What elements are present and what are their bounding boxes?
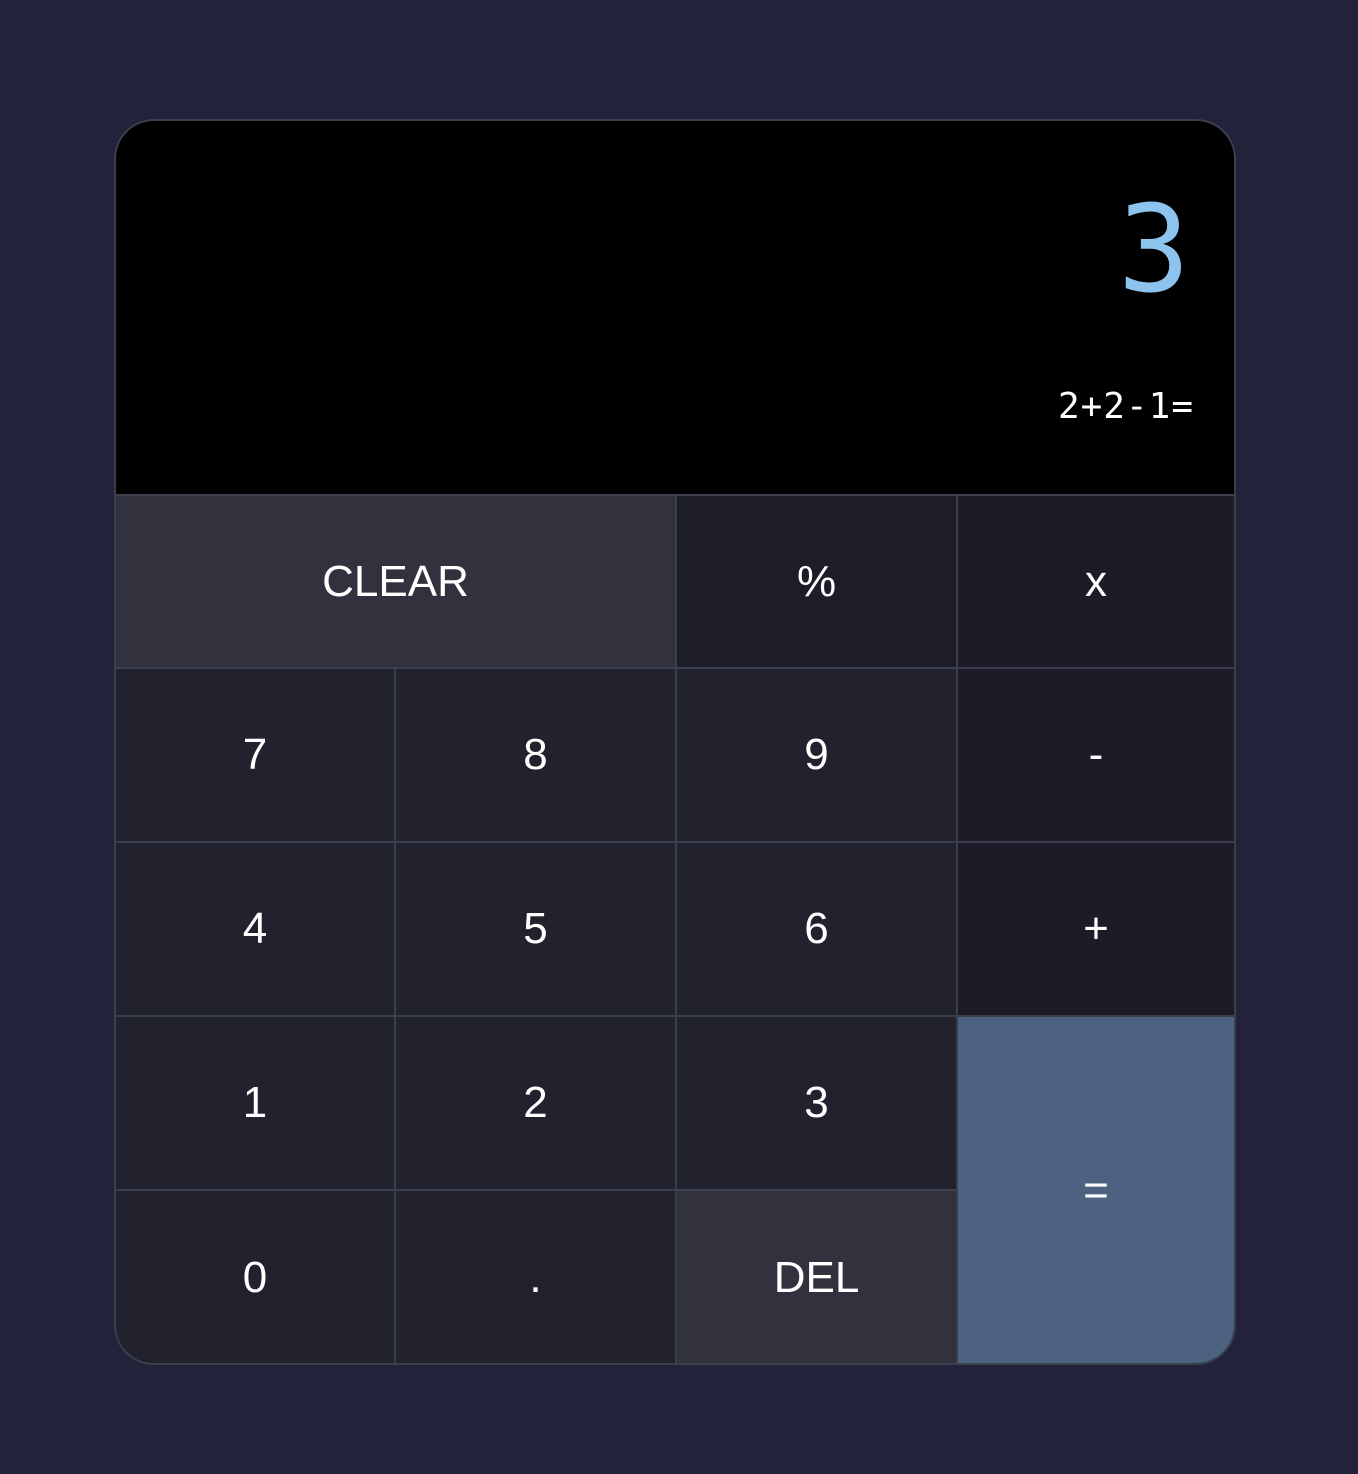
clear-button[interactable]: CLEAR (116, 496, 677, 669)
display-panel: 3 2+2-1= (116, 121, 1234, 496)
decimal-point-button[interactable]: . (396, 1191, 677, 1363)
delete-button[interactable]: DEL (677, 1191, 958, 1363)
digit-3-button[interactable]: 3 (677, 1017, 958, 1191)
calculator: 3 2+2-1= CLEAR % x 7 8 9 - 4 5 6 + 1 2 3… (114, 119, 1236, 1365)
digit-5-button[interactable]: 5 (396, 843, 677, 1017)
expression-readout: 2+2-1= (1057, 386, 1194, 427)
result-readout: 3 (1117, 181, 1190, 320)
equals-button[interactable]: = (958, 1017, 1234, 1363)
digit-2-button[interactable]: 2 (396, 1017, 677, 1191)
digit-1-button[interactable]: 1 (116, 1017, 396, 1191)
keypad: CLEAR % x 7 8 9 - 4 5 6 + 1 2 3 = 0 . DE… (116, 496, 1234, 1363)
multiply-button[interactable]: x (958, 496, 1234, 669)
digit-9-button[interactable]: 9 (677, 669, 958, 843)
digit-7-button[interactable]: 7 (116, 669, 396, 843)
digit-8-button[interactable]: 8 (396, 669, 677, 843)
percent-button[interactable]: % (677, 496, 958, 669)
add-button[interactable]: + (958, 843, 1234, 1017)
digit-4-button[interactable]: 4 (116, 843, 396, 1017)
subtract-button[interactable]: - (958, 669, 1234, 843)
digit-6-button[interactable]: 6 (677, 843, 958, 1017)
digit-0-button[interactable]: 0 (116, 1191, 396, 1363)
